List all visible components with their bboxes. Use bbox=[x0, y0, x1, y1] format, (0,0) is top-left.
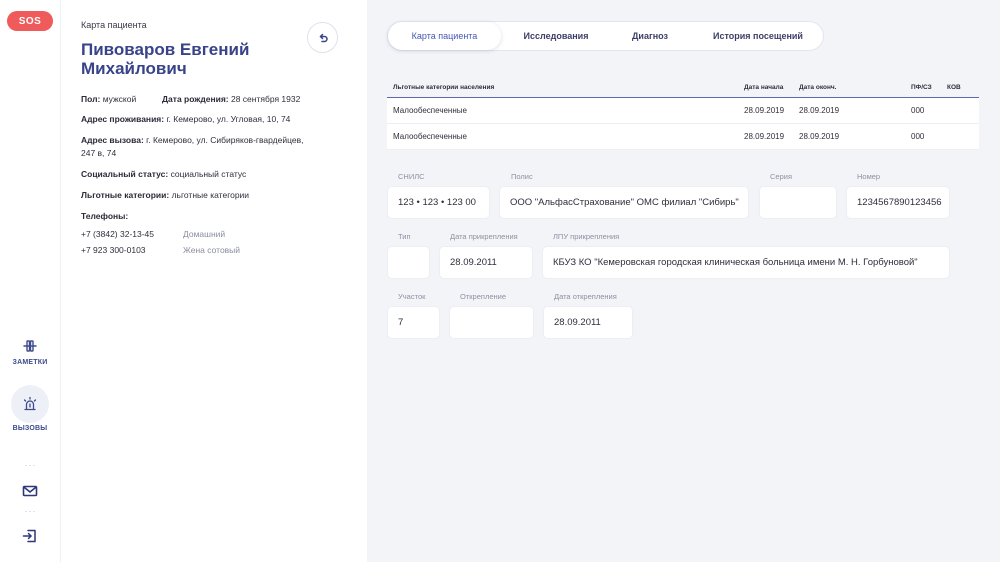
detach-field[interactable] bbox=[450, 307, 533, 338]
cell-start: 28.09.2019 bbox=[744, 132, 785, 141]
phone-type: Жена сотовый bbox=[183, 245, 241, 255]
cell-start: 28.09.2019 bbox=[744, 106, 785, 115]
phone-number: +7 923 300-0103 bbox=[81, 245, 146, 255]
benefit-row: Льготные категории: льготные категории bbox=[81, 189, 321, 202]
tab-diagnosis[interactable]: Диагноз bbox=[614, 22, 686, 50]
cell-pf: 000 bbox=[911, 106, 925, 115]
birth-value: 28 сентября 1932 bbox=[230, 94, 301, 104]
series-label: Серия bbox=[770, 172, 793, 181]
benefit-label: Льготные категории: bbox=[81, 190, 170, 200]
attach-date-label: Дата прикрепления bbox=[450, 232, 518, 241]
phone-type: Домашний bbox=[183, 229, 226, 239]
col-end-date: Дата оконч. bbox=[799, 84, 837, 91]
rail-divider-dots-2: ··· bbox=[24, 506, 37, 516]
tab-visit-history[interactable]: История посещений bbox=[698, 22, 818, 50]
tab-research[interactable]: Исследования bbox=[506, 22, 606, 50]
notes-label: ЗАМЕТКИ bbox=[12, 359, 48, 366]
patient-name: Пивоваров Евгений Михайлович bbox=[81, 40, 250, 78]
cell-end: 28.09.2019 bbox=[799, 132, 840, 141]
left-rail: SOS ЗАМЕТКИ ВЫЗОВЫ ··· ··· bbox=[0, 0, 61, 562]
social-label: Социальный статус: bbox=[81, 169, 169, 179]
table-header: Льготные категории населения Дата начала… bbox=[387, 78, 979, 98]
district-field[interactable]: 7 bbox=[388, 307, 439, 338]
calls-label: ВЫЗОВЫ bbox=[12, 425, 48, 432]
residence-value: г. Кемерово, ул. Угловая, 10, 74 bbox=[166, 114, 291, 124]
district-label: Участок bbox=[398, 292, 426, 301]
birth-label: Дата рождения: bbox=[162, 94, 229, 104]
call-address-row: Адрес вызова: г. Кемерово, ул. Сибиряков… bbox=[81, 134, 306, 160]
tab-patient-card[interactable]: Карта пациента bbox=[388, 22, 501, 50]
sos-button[interactable]: SOS bbox=[7, 11, 53, 31]
detach-label: Открепление bbox=[460, 292, 507, 301]
cell-pf: 000 bbox=[911, 132, 925, 141]
logout-icon[interactable] bbox=[21, 527, 39, 545]
detach-date-field[interactable]: 28.09.2011 bbox=[544, 307, 632, 338]
lpu-field[interactable]: КБУЗ КО "Кемеровская городская клиническ… bbox=[543, 247, 949, 278]
siren-icon bbox=[11, 385, 49, 423]
policy-field[interactable]: ООО "АльфасСтрахование" ОМС филиал "Сиби… bbox=[500, 187, 748, 218]
type-label: Тип bbox=[398, 232, 411, 241]
rail-divider-dots: ··· bbox=[24, 460, 37, 470]
policy-label: Полис bbox=[511, 172, 533, 181]
number-label: Номер bbox=[857, 172, 881, 181]
benefit-value: льготные категории bbox=[171, 190, 250, 200]
gender-label: Пол: bbox=[81, 94, 101, 104]
residence-label: Адрес проживания: bbox=[81, 114, 165, 124]
calls-button[interactable]: ВЫЗОВЫ bbox=[6, 385, 54, 432]
col-kov: КОВ bbox=[947, 84, 961, 91]
notes-button[interactable]: ЗАМЕТКИ bbox=[6, 327, 54, 366]
social-row: Социальный статус: социальный статус bbox=[81, 168, 321, 181]
gender-value: мужской bbox=[102, 94, 137, 104]
col-pf-sz: ПФ/СЗ bbox=[911, 84, 932, 91]
phone-number: +7 (3842) 32-13-45 bbox=[81, 229, 155, 239]
number-field[interactable]: 1234567890123456 bbox=[847, 187, 949, 218]
gender-birth-row: Пол: мужской Дата рождения: 28 сентября … bbox=[81, 93, 321, 106]
undo-icon bbox=[319, 33, 328, 42]
snils-label: СНИЛС bbox=[398, 172, 425, 181]
cell-category: Малообеспеченные bbox=[393, 132, 467, 141]
main-content: Карта пациента Исследования Диагноз Исто… bbox=[367, 0, 1000, 562]
detach-date-label: Дата открепления bbox=[554, 292, 617, 301]
attach-date-field[interactable]: 28.09.2011 bbox=[440, 247, 532, 278]
phone-item[interactable]: +7 (3842) 32-13-45 Домашний bbox=[81, 229, 225, 239]
patient-panel: Карта пациента Пивоваров Евгений Михайло… bbox=[61, 0, 367, 562]
table-row[interactable]: Малообеспеченные 28.09.2019 28.09.2019 0… bbox=[387, 98, 979, 124]
phones-heading: Телефоны: bbox=[81, 211, 129, 221]
col-benefit-category: Льготные категории населения bbox=[393, 84, 495, 91]
benefits-table: Льготные категории населения Дата начала… bbox=[387, 78, 979, 150]
social-value: социальный статус bbox=[170, 169, 247, 179]
tab-bar: Карта пациента Исследования Диагноз Исто… bbox=[387, 21, 824, 51]
snils-field[interactable]: 123 • 123 • 123 00 bbox=[388, 187, 489, 218]
series-field[interactable] bbox=[760, 187, 836, 218]
panel-caption: Карта пациента bbox=[81, 20, 147, 30]
cell-category: Малообеспеченные bbox=[393, 106, 467, 115]
call-address-label: Адрес вызова: bbox=[81, 135, 144, 145]
residence-row: Адрес проживания: г. Кемерово, ул. Углов… bbox=[81, 113, 321, 126]
lpu-label: ЛПУ прикрепления bbox=[553, 232, 620, 241]
cell-end: 28.09.2019 bbox=[799, 106, 840, 115]
table-row[interactable]: Малообеспеченные 28.09.2019 28.09.2019 0… bbox=[387, 124, 979, 150]
back-button[interactable] bbox=[307, 22, 338, 53]
phone-item[interactable]: +7 923 300-0103 Жена сотовый bbox=[81, 245, 240, 255]
mail-icon[interactable] bbox=[21, 482, 39, 500]
type-field[interactable] bbox=[388, 247, 429, 278]
col-start-date: Дата начала bbox=[744, 84, 784, 91]
